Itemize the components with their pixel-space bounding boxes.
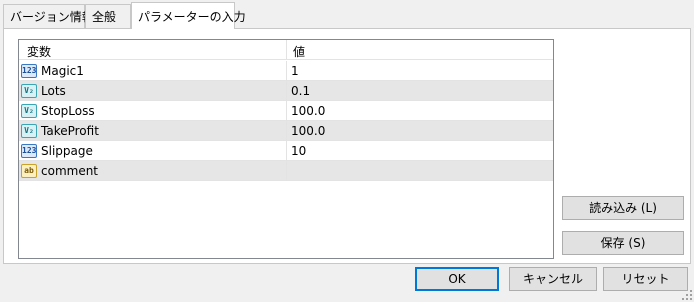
- header-variable-label: 変数: [27, 45, 52, 59]
- table-row[interactable]: V₂ TakeProfit 100.0: [19, 121, 553, 141]
- table-row[interactable]: 123 Magic1 1: [19, 61, 553, 81]
- param-value-cell[interactable]: 10: [289, 141, 553, 160]
- param-name: StopLoss: [41, 104, 95, 118]
- param-value: 100.0: [291, 124, 326, 138]
- header-name-cell: 変数: [19, 40, 287, 59]
- param-name-cell: 123 Magic1: [19, 61, 287, 80]
- save-button[interactable]: 保存 (S): [562, 231, 684, 255]
- param-value: 1: [291, 64, 299, 78]
- param-name-cell: 123 Slippage: [19, 141, 287, 160]
- load-button[interactable]: 読み込み (L): [562, 196, 684, 220]
- param-value-cell[interactable]: 100.0: [289, 101, 553, 120]
- tab-general[interactable]: 全般: [85, 4, 131, 28]
- param-value-cell[interactable]: [289, 161, 553, 180]
- param-value: 100.0: [291, 104, 326, 118]
- tab-bar: バージョン情報 全般 パラメーターの入力: [0, 0, 694, 29]
- tab-general-label: 全般: [92, 10, 117, 24]
- header-value-cell: 値: [289, 40, 553, 59]
- param-value: 10: [291, 144, 307, 158]
- reset-button[interactable]: リセット: [603, 267, 688, 291]
- ok-button[interactable]: OK: [415, 267, 499, 291]
- double-type-icon: V₂: [21, 84, 37, 98]
- parameters-grid: 変数 値 123 Magic1 1 V₂ Lots 0.1 V₂ StopLos…: [18, 39, 554, 259]
- param-name-cell: V₂ StopLoss: [19, 101, 287, 120]
- table-row[interactable]: 123 Slippage 10: [19, 141, 553, 161]
- parameters-panel: 変数 値 123 Magic1 1 V₂ Lots 0.1 V₂ StopLos…: [3, 28, 691, 264]
- tab-version-info-label: バージョン情報: [10, 10, 94, 24]
- param-value: 0.1: [291, 84, 311, 98]
- param-name: Lots: [41, 84, 66, 98]
- param-name-cell: V₂ Lots: [19, 81, 287, 100]
- cancel-button[interactable]: キャンセル: [509, 267, 597, 291]
- resize-grip-icon[interactable]: [682, 290, 692, 300]
- table-row[interactable]: ab comment: [19, 161, 553, 181]
- param-name-cell: V₂ TakeProfit: [19, 121, 287, 140]
- string-type-icon: ab: [21, 164, 37, 178]
- int-type-icon: 123: [21, 64, 37, 78]
- param-name-cell: ab comment: [19, 161, 287, 180]
- header-value-label: 値: [293, 45, 306, 59]
- tab-input-parameters[interactable]: パラメーターの入力: [131, 2, 246, 29]
- table-row[interactable]: V₂ Lots 0.1: [19, 81, 553, 101]
- param-value-cell[interactable]: 100.0: [289, 121, 553, 140]
- param-value-cell[interactable]: 0.1: [289, 81, 553, 100]
- param-name: TakeProfit: [41, 124, 99, 138]
- param-value-cell[interactable]: 1: [289, 61, 553, 80]
- param-name: Slippage: [41, 144, 93, 158]
- table-row[interactable]: V₂ StopLoss 100.0: [19, 101, 553, 121]
- param-name: comment: [41, 164, 99, 178]
- param-name: Magic1: [41, 64, 84, 78]
- double-type-icon: V₂: [21, 104, 37, 118]
- grid-header: 変数 値: [19, 40, 553, 60]
- tab-input-parameters-label: パラメーターの入力: [138, 10, 246, 24]
- int-type-icon: 123: [21, 144, 37, 158]
- tab-version-info[interactable]: バージョン情報: [3, 4, 94, 28]
- double-type-icon: V₂: [21, 124, 37, 138]
